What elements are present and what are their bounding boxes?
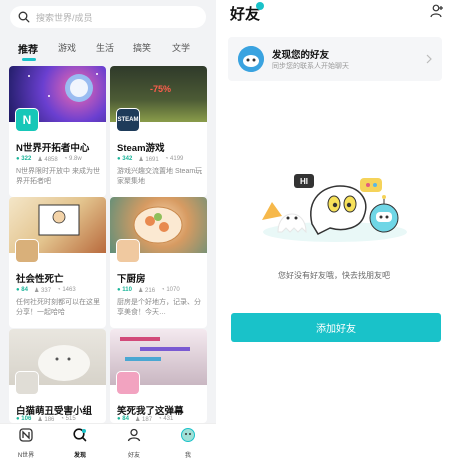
steam-badge: STEAM xyxy=(116,108,140,132)
nav-label: N世界 xyxy=(17,453,35,459)
search-input[interactable]: 搜索世界/成员 xyxy=(36,11,93,24)
n-world-icon xyxy=(19,428,33,442)
world-card[interactable]: -75% STEAM Steam游戏 ● 342 ♟ 1691 ◔ 4199 游… xyxy=(110,66,207,197)
world-badge xyxy=(15,239,39,263)
world-card[interactable]: 社会性死亡 ● 84 ♟ 337 ◔ 1463 任何社死时刻都可以在这里分享！一… xyxy=(9,197,106,328)
empty-state-text: 您好没有好友哦，快去找朋友吧 xyxy=(278,271,390,280)
tab-games[interactable]: 游戏 xyxy=(58,41,76,54)
card-cover-image: -75% STEAM xyxy=(110,66,207,132)
nav-discover[interactable]: 发现 xyxy=(60,428,100,459)
search-icon xyxy=(18,11,30,23)
world-badge xyxy=(15,371,39,395)
card-stats: ● 322 ♟ 4858 ◔ 9.8w xyxy=(16,156,82,163)
me-avatar-icon xyxy=(181,428,195,442)
card-title: 白猫萌丑受害小组 xyxy=(16,406,93,417)
card-cover-image xyxy=(9,329,106,395)
card-cover-image: N xyxy=(9,66,106,132)
card-stats: ● 84 ♟ 187 ◔ 431 xyxy=(117,416,174,423)
card-cover-image xyxy=(110,197,207,263)
card-description: 游戏兴趣交流置地 Steam玩家聚集地 xyxy=(117,168,203,185)
friends-icon xyxy=(127,428,141,442)
bottom-navigation: N世界 发现 好友 我 xyxy=(0,423,216,464)
card-description: N世界限时开放中 来成为世界开拓者吧 xyxy=(16,168,100,185)
world-badge xyxy=(116,239,140,263)
card-stats: ● 84 ♟ 337 ◔ 1463 xyxy=(16,287,76,294)
title-accent-dot xyxy=(256,2,264,10)
world-card[interactable]: 笑死我了这弹幕 ● 84 ♟ 187 ◔ 431 xyxy=(110,329,207,423)
card-cover-image xyxy=(110,329,207,395)
card-stats: ● 106 ♟ 186 ◔ 515 xyxy=(16,416,76,423)
chevron-right-icon xyxy=(426,54,432,64)
svg-text:HI: HI xyxy=(300,177,308,186)
tab-recommend[interactable]: 推荐 xyxy=(18,41,38,56)
nav-friends[interactable]: 好友 xyxy=(114,428,154,459)
card-stats: ● 110 ♟ 216 ◔ 1070 xyxy=(117,287,180,294)
world-card[interactable]: 下厨房 ● 110 ♟ 216 ◔ 1070 厨房是个好地方，记录、分享美食！今… xyxy=(110,197,207,328)
card-title: Steam游戏 xyxy=(117,143,165,154)
nav-label: 发现 xyxy=(73,453,86,459)
search-bar[interactable]: 搜索世界/成员 xyxy=(10,6,206,28)
add-friend-icon[interactable] xyxy=(430,4,444,18)
discover-subtitle: 同步您的联系人开始聊天 xyxy=(272,63,349,70)
discount-label: -75% xyxy=(150,84,172,94)
card-title: N世界开拓者中心 xyxy=(16,143,90,154)
add-friend-button[interactable]: 添加好友 xyxy=(231,313,441,342)
card-stats: ● 342 ♟ 1691 ◔ 4199 xyxy=(117,156,184,163)
discover-icon xyxy=(73,428,87,442)
nav-n-world[interactable]: N世界 xyxy=(6,428,46,459)
world-card[interactable]: 白猫萌丑受害小组 ● 106 ♟ 186 ◔ 515 xyxy=(9,329,106,423)
tab-life[interactable]: 生活 xyxy=(96,41,114,54)
card-cover-image xyxy=(9,197,106,263)
discover-friends-row[interactable]: 发现您的好友 同步您的联系人开始聊天 xyxy=(228,37,442,81)
active-tab-indicator xyxy=(22,58,36,61)
nav-label: 好友 xyxy=(127,453,140,459)
discover-title: 发现您的好友 xyxy=(272,50,330,61)
card-description: 任何社死时刻都可以在这里分享！一起哈哈 xyxy=(16,299,100,316)
empty-friends-illustration: HI xyxy=(262,174,407,242)
tab-literature[interactable]: 文学 xyxy=(172,41,190,54)
nav-label: 我 xyxy=(184,453,191,459)
discover-panel: 搜索世界/成员 推荐 游戏 生活 搞笑 文学 N N世界开拓者中心 ● 322 … xyxy=(0,0,216,464)
discover-avatar-icon xyxy=(238,46,264,72)
nav-me[interactable]: 我 xyxy=(168,428,208,459)
friends-panel: 好友 发现您的好友 同步您的联系人开始聊天 HI 您好没有好友哦，快去找朋友吧 … xyxy=(218,0,450,464)
card-title: 笑死我了这弹幕 xyxy=(117,406,184,417)
world-card[interactable]: N N世界开拓者中心 ● 322 ♟ 4858 ◔ 9.8w N世界限时开放中 … xyxy=(9,66,106,197)
tab-funny[interactable]: 搞笑 xyxy=(133,41,151,54)
world-badge: N xyxy=(15,108,39,132)
world-badge xyxy=(116,371,140,395)
card-title: 社会性死亡 xyxy=(16,274,64,285)
card-description: 厨房是个好地方，记录、分享美食！今天… xyxy=(117,299,201,316)
card-title: 下厨房 xyxy=(117,274,146,285)
category-tabs: 推荐 游戏 生活 搞笑 文学 xyxy=(0,36,216,58)
